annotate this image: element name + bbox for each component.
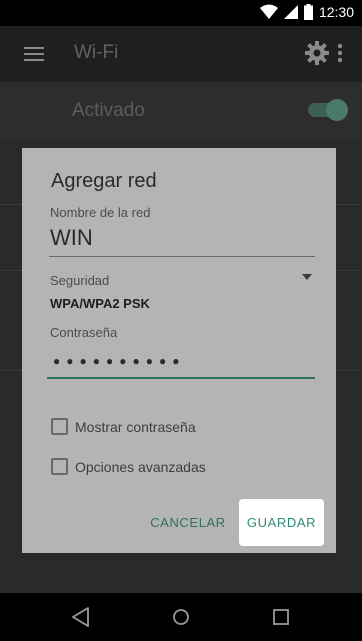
show-password-checkbox[interactable] bbox=[51, 418, 68, 435]
security-label: Seguridad bbox=[50, 273, 110, 288]
network-name-underline bbox=[49, 256, 315, 257]
status-icons: 12:30 bbox=[259, 4, 354, 20]
dialog-title: Agregar red bbox=[51, 170, 157, 192]
navigation-bar bbox=[0, 593, 362, 641]
wifi-switch-bar: Activado bbox=[0, 82, 362, 138]
home-icon[interactable] bbox=[169, 605, 193, 629]
network-name-value: WIN bbox=[50, 225, 93, 250]
status-time: 12:30 bbox=[318, 4, 354, 20]
network-name-label: Nombre de la red bbox=[50, 205, 151, 220]
page-title: Wi-Fi bbox=[74, 42, 119, 63]
toggle-thumb bbox=[326, 99, 348, 121]
dropdown-caret-icon bbox=[302, 274, 312, 280]
password-label: Contraseña bbox=[50, 325, 118, 340]
back-icon[interactable] bbox=[69, 605, 93, 629]
advanced-options-checkbox[interactable] bbox=[51, 458, 68, 475]
cellular-signal-icon bbox=[283, 5, 298, 19]
recents-icon[interactable] bbox=[269, 605, 293, 629]
show-password-label: Mostrar contraseña bbox=[75, 419, 196, 435]
app-bar: Wi-Fi bbox=[0, 26, 362, 82]
cancel-button[interactable]: CANCELAR bbox=[148, 507, 228, 537]
password-value: ●●●●●●●●●● bbox=[53, 354, 186, 368]
status-bar: 12:30 bbox=[0, 0, 362, 26]
wifi-icon bbox=[259, 4, 278, 19]
advanced-options-label: Opciones avanzadas bbox=[75, 459, 206, 475]
wifi-switch-label: Activado bbox=[72, 100, 145, 121]
save-button[interactable]: GUARDAR bbox=[239, 499, 324, 546]
add-network-dialog: Agregar red Nombre de la red WIN Segurid… bbox=[22, 148, 336, 553]
overflow-menu-icon[interactable] bbox=[336, 42, 344, 64]
password-underline bbox=[47, 377, 315, 379]
battery-icon bbox=[303, 4, 313, 20]
menu-icon[interactable] bbox=[22, 43, 46, 65]
gear-icon[interactable] bbox=[304, 40, 330, 66]
security-value: WPA/WPA2 PSK bbox=[50, 296, 150, 311]
